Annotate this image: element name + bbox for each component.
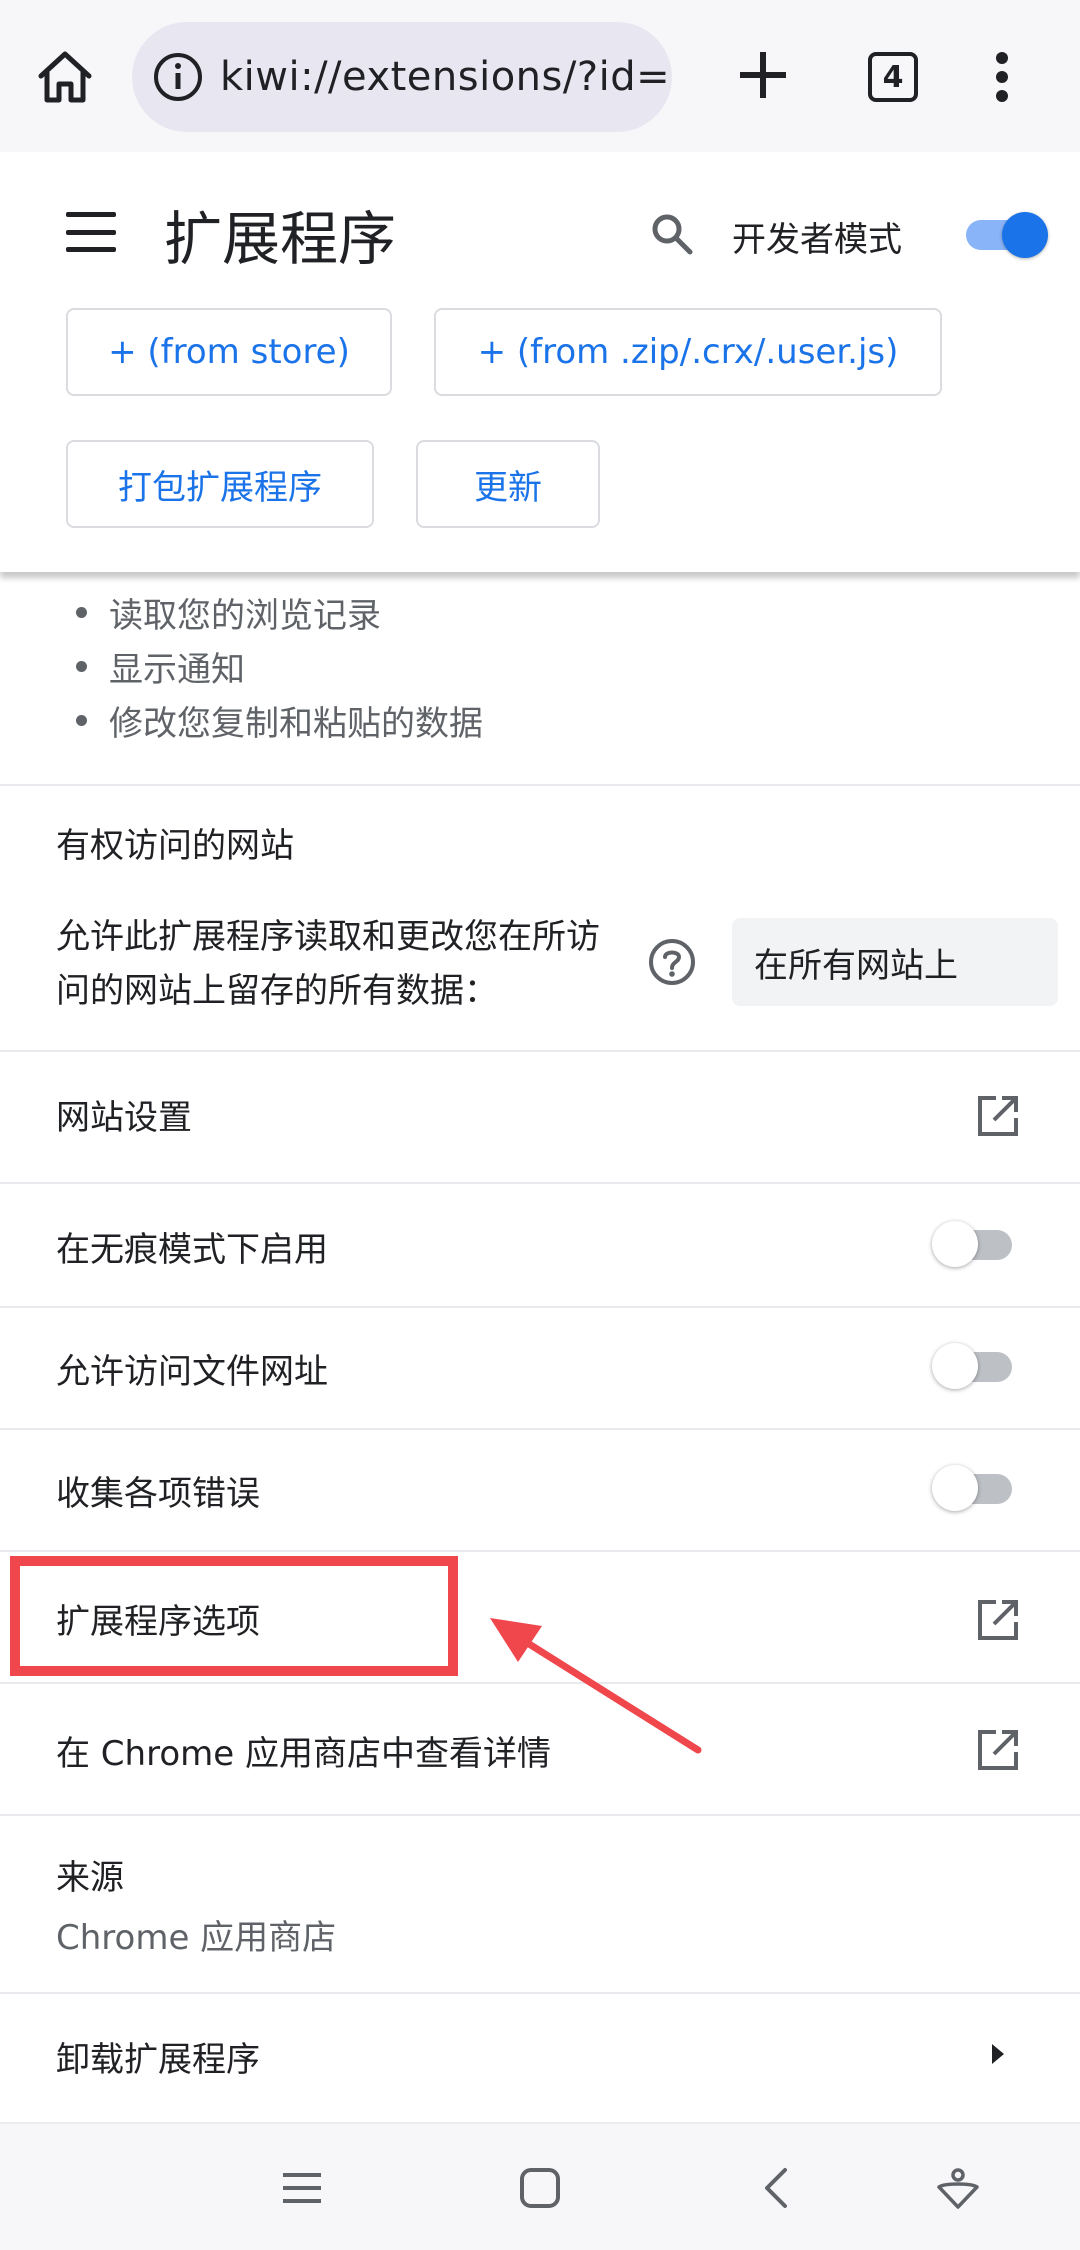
browser-toolbar: kiwi://extensions/?id= 4 — [0, 0, 1080, 152]
info-icon — [154, 53, 202, 101]
source-value: Chrome 应用商店 — [56, 1918, 337, 1958]
collect-errors-row: 收集各项错误 — [0, 1428, 1080, 1550]
browser-menu-button[interactable] — [980, 44, 1024, 110]
site-settings-row[interactable]: 网站设置 — [0, 1050, 1080, 1182]
list-item: 显示通知 — [76, 642, 245, 691]
add-from-store-button[interactable]: + (from store) — [66, 308, 392, 396]
hamburger-menu-icon[interactable] — [66, 212, 116, 252]
list-item: 读取您的浏览记录 — [76, 588, 381, 637]
page-title: 扩展程序 — [164, 205, 397, 273]
permissions-list: 读取您的浏览记录 显示通知 修改您复制和粘贴的数据 — [0, 572, 1080, 784]
open-in-new-icon — [978, 1730, 1018, 1770]
incognito-row: 在无痕模式下启用 — [0, 1182, 1080, 1306]
back-chevron-icon — [765, 2168, 787, 2208]
site-access-description: 允许此扩展程序读取和更改您在所访问的网站上留存的所有数据： — [56, 917, 600, 1011]
incognito-toggle[interactable] — [932, 1220, 1018, 1268]
site-settings-label: 网站设置 — [56, 1098, 192, 1138]
annotation-highlight-box — [10, 1556, 458, 1676]
home-button[interactable] — [30, 46, 100, 108]
source-label: 来源 — [56, 1858, 124, 1898]
site-access-select[interactable]: 在所有网站上 — [732, 918, 1058, 1006]
developer-mode-label: 开发者模式 — [732, 220, 902, 260]
address-bar[interactable]: kiwi://extensions/?id= — [132, 22, 672, 132]
developer-mode-toggle[interactable] — [962, 210, 1048, 258]
add-from-zip-button[interactable]: + (from .zip/.crx/.user.js) — [434, 308, 942, 396]
collect-errors-toggle[interactable] — [932, 1464, 1018, 1512]
square-home-icon — [520, 2168, 560, 2208]
list-item: 修改您复制和粘贴的数据 — [76, 696, 483, 745]
assistant-icon — [937, 2168, 979, 2209]
file-urls-row: 允许访问文件网址 — [0, 1306, 1080, 1428]
system-nav-bar — [0, 2122, 1080, 2250]
page: kiwi://extensions/?id= 4 扩展程序 开发者模式 + (f… — [0, 0, 1080, 2250]
system-home-button[interactable] — [508, 2156, 572, 2220]
collect-errors-label: 收集各项错误 — [56, 1474, 260, 1514]
pack-extension-button[interactable]: 打包扩展程序 — [66, 440, 374, 528]
open-in-new-icon — [978, 1600, 1018, 1640]
help-icon[interactable] — [648, 938, 696, 986]
divider — [0, 784, 1080, 786]
incognito-label: 在无痕模式下启用 — [56, 1230, 328, 1270]
back-button[interactable] — [744, 2156, 808, 2220]
file-urls-toggle[interactable] — [932, 1342, 1018, 1390]
recent-apps-icon — [283, 2173, 321, 2203]
tab-switcher-button[interactable]: 4 — [868, 52, 918, 102]
plus-icon — [740, 52, 786, 98]
url-text: kiwi://extensions/?id= — [220, 54, 671, 100]
search-button[interactable] — [644, 206, 700, 262]
site-info-button[interactable] — [150, 49, 206, 105]
more-vert-icon — [996, 52, 1008, 102]
uninstall-row[interactable]: 卸载扩展程序 — [0, 1992, 1080, 2116]
new-tab-button[interactable] — [728, 40, 798, 110]
update-button[interactable]: 更新 — [416, 440, 600, 528]
home-icon — [38, 51, 92, 103]
open-in-new-icon — [978, 1096, 1018, 1136]
file-urls-label: 允许访问文件网址 — [56, 1352, 328, 1392]
site-access-title: 有权访问的网站 — [56, 826, 294, 866]
annotation-arrow-icon — [490, 1618, 702, 1754]
extensions-header: 扩展程序 开发者模式 + (from store) + (from .zip/.… — [0, 152, 1080, 572]
arrow-right-icon — [992, 2044, 1004, 2064]
divider — [0, 1814, 1080, 1816]
assistant-button[interactable] — [926, 2156, 990, 2220]
view-in-store-label: 在 Chrome 应用商店中查看详情 — [56, 1734, 551, 1774]
recent-apps-button[interactable] — [270, 2156, 334, 2220]
uninstall-label: 卸载扩展程序 — [56, 2040, 260, 2080]
search-icon — [652, 214, 693, 255]
